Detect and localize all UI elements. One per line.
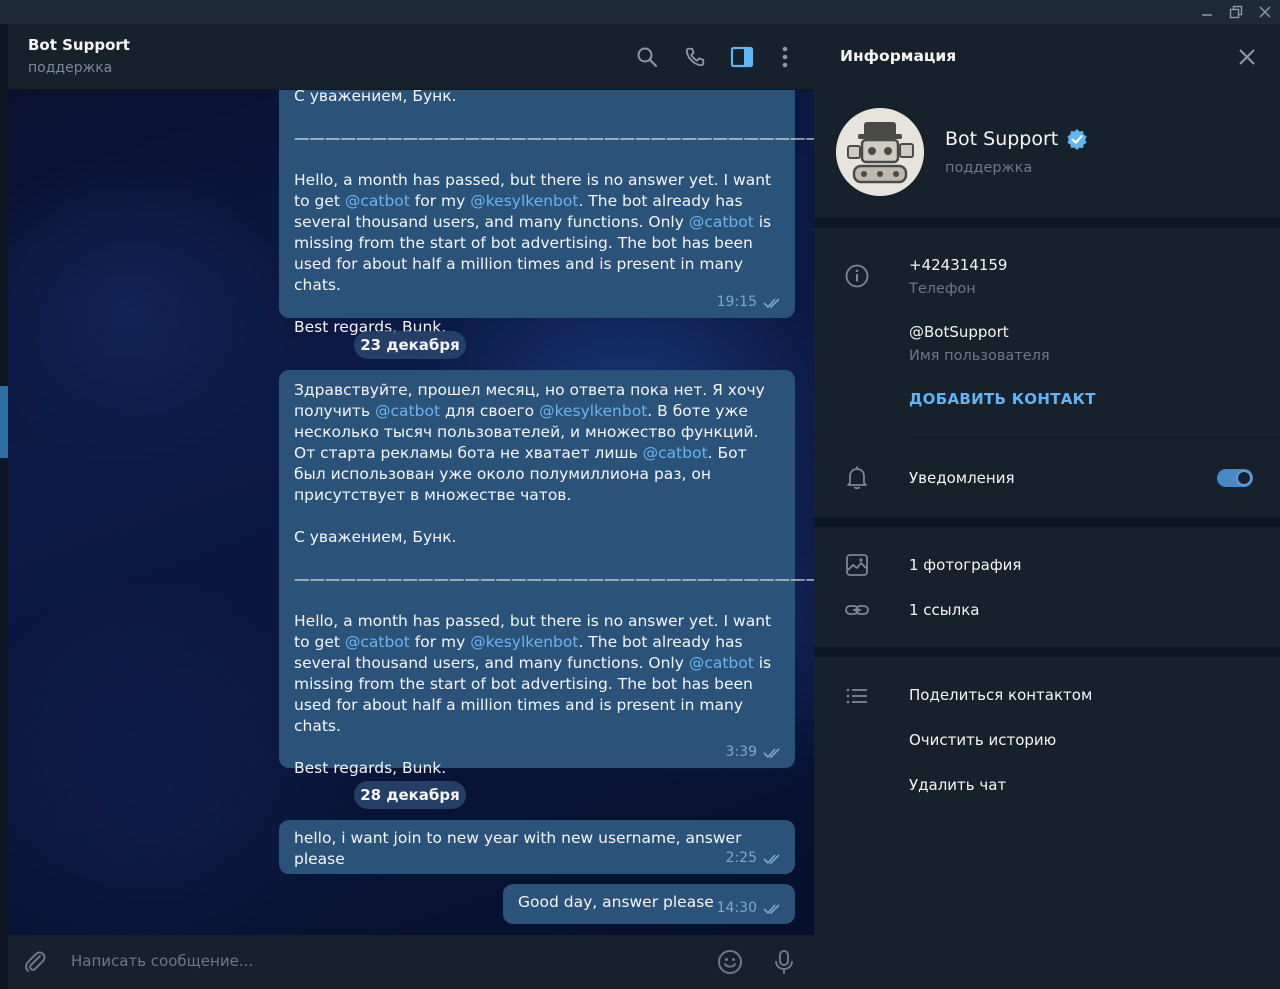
message-meta: 3:39 xyxy=(726,742,783,763)
message-meta: 19:15 xyxy=(717,292,783,313)
verified-badge-icon xyxy=(1067,129,1087,150)
link-icon xyxy=(844,597,870,623)
message-list[interactable]: С уважением, Бунк. —————————————————————… xyxy=(8,90,814,935)
message-time: 14:30 xyxy=(716,900,757,916)
message-meta: 2:25 xyxy=(726,848,783,869)
message-text: С уважением, Бунк. —————————————————————… xyxy=(294,90,814,338)
mention-link[interactable]: @catbot xyxy=(345,192,410,210)
delete-chat-button[interactable]: Удалить чат xyxy=(909,776,1006,794)
read-checks-icon xyxy=(763,853,780,864)
message-text-run: hello, i want join to new year with new … xyxy=(294,829,747,868)
section-divider xyxy=(814,218,1280,228)
mention-link[interactable]: @kesylkenbot xyxy=(470,633,578,651)
message-text: Здравствуйте, прошел месяц, но ответа по… xyxy=(294,380,814,779)
avatar[interactable] xyxy=(836,108,924,196)
read-checks-icon xyxy=(763,903,780,914)
username-label: Имя пользователя xyxy=(909,348,1050,364)
chat-list-edge xyxy=(0,24,8,989)
mention-link[interactable]: @catbot xyxy=(643,444,708,462)
username-value[interactable]: @BotSupport xyxy=(909,323,1009,341)
message-text-run: is missing from the start of bot adverti… xyxy=(294,213,772,336)
toggle-knob xyxy=(1236,470,1252,486)
close-panel-icon[interactable] xyxy=(1234,44,1260,70)
list-icon xyxy=(844,683,870,709)
message-text: hello, i want join to new year with new … xyxy=(294,828,781,870)
phone-call-icon[interactable] xyxy=(682,44,708,70)
message-text-run: С уважением, Бунк. xyxy=(294,90,457,105)
message-meta: 14:30 xyxy=(717,898,783,919)
read-checks-icon xyxy=(763,297,780,308)
chat-header[interactable]: Bot Support поддержка xyxy=(8,24,814,90)
message-input[interactable]: Написать сообщение... xyxy=(71,952,253,970)
notifications-label: Уведомления xyxy=(909,469,1015,487)
message-time: 2:25 xyxy=(725,850,757,866)
photo-icon xyxy=(844,552,870,578)
info-panel-title: Информация xyxy=(840,47,957,65)
share-contact-button[interactable]: Поделиться контактом xyxy=(909,686,1092,704)
info-panel: Информация Bot Support поддержка +424314… xyxy=(814,24,1280,989)
message-text-run: for my xyxy=(409,192,471,210)
notifications-toggle[interactable] xyxy=(1217,469,1253,487)
date-separator: 28 декабря xyxy=(354,781,466,809)
phone-number[interactable]: +424314159 xyxy=(909,256,1007,274)
chat-status: поддержка xyxy=(28,60,113,76)
photos-item[interactable]: 1 фотография xyxy=(909,556,1021,574)
row-divider xyxy=(909,437,1280,438)
message-composer: Написать сообщение... xyxy=(8,935,814,989)
message-bubble[interactable]: Good day, answer please 14:30 xyxy=(503,884,795,924)
clear-history-button[interactable]: Очистить историю xyxy=(909,731,1056,749)
mention-link[interactable]: @catbot xyxy=(689,654,754,672)
emoji-icon[interactable] xyxy=(716,948,744,976)
bell-icon xyxy=(844,465,870,491)
profile-status: поддержка xyxy=(945,160,1033,176)
message-text-run: . Бот был использован уже около полумилл… xyxy=(294,444,814,651)
mention-link[interactable]: @catbot xyxy=(689,213,754,231)
mention-link[interactable]: @kesylkenbot xyxy=(539,402,647,420)
chat-title[interactable]: Bot Support xyxy=(28,36,130,54)
section-divider xyxy=(814,517,1280,527)
message-text-run: для своего xyxy=(440,402,540,420)
mention-link[interactable]: @catbot xyxy=(375,402,440,420)
restore-icon[interactable] xyxy=(1221,0,1251,24)
profile-name: Bot Support xyxy=(945,128,1088,150)
sidebar-toggle-icon[interactable] xyxy=(729,44,755,70)
microphone-icon[interactable] xyxy=(770,948,798,976)
active-chat-indicator xyxy=(0,386,8,458)
message-text-run: is missing from the start of bot adverti… xyxy=(294,654,772,777)
read-checks-icon xyxy=(763,747,780,758)
date-separator: 23 декабря xyxy=(354,331,466,359)
attach-icon[interactable] xyxy=(21,948,49,976)
message-bubble[interactable]: Здравствуйте, прошел месяц, но ответа по… xyxy=(279,370,814,777)
message-text-run: Good day, answer please xyxy=(518,893,714,911)
profile-name-text: Bot Support xyxy=(945,128,1059,150)
links-item[interactable]: 1 ссылка xyxy=(909,601,980,619)
minimize-icon[interactable] xyxy=(1192,0,1222,24)
message-time: 19:15 xyxy=(716,294,757,310)
mention-link[interactable]: @kesylkenbot xyxy=(470,192,578,210)
message-time: 3:39 xyxy=(725,744,757,760)
search-icon[interactable] xyxy=(634,44,660,70)
window-titlebar xyxy=(0,0,1280,24)
info-icon xyxy=(844,263,870,289)
more-menu-icon[interactable] xyxy=(772,44,798,70)
section-divider xyxy=(814,647,1280,657)
phone-label: Телефон xyxy=(909,281,976,297)
message-text-run: for my xyxy=(409,633,471,651)
chat-area: Bot Support поддержка С уважением, Бунк.… xyxy=(8,24,814,989)
close-window-icon[interactable] xyxy=(1250,0,1280,24)
message-bubble[interactable]: hello, i want join to new year with new … xyxy=(279,820,795,874)
message-bubble[interactable]: С уважением, Бунк. —————————————————————… xyxy=(279,90,814,336)
add-contact-button[interactable]: ДОБАВИТЬ КОНТАКТ xyxy=(909,390,1096,408)
mention-link[interactable]: @catbot xyxy=(345,633,410,651)
